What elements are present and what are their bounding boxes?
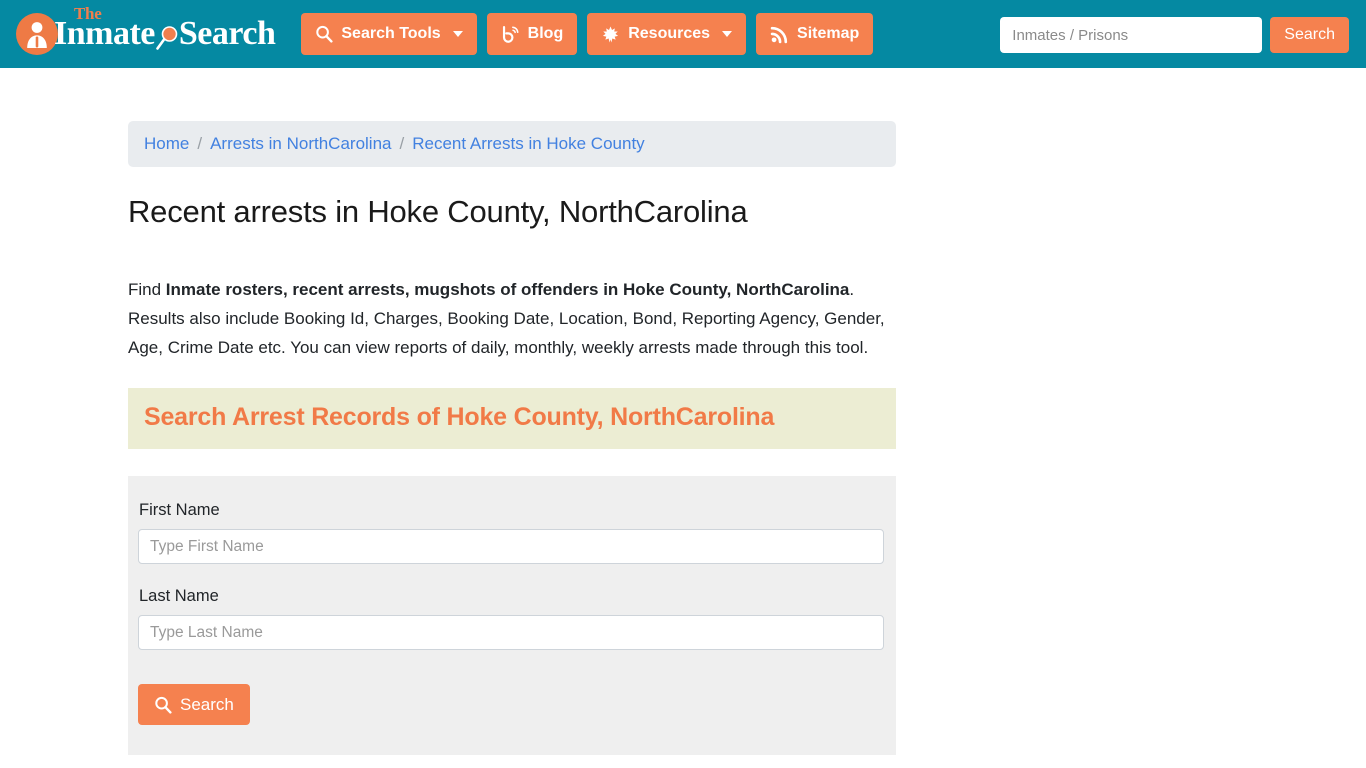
breadcrumb-separator: / [197, 134, 203, 153]
header-search-button[interactable]: Search [1270, 17, 1349, 53]
magnifying-glass-icon [315, 25, 333, 43]
lede-prefix: Find [128, 280, 166, 299]
lede-bold: Inmate rosters, recent arrests, mugshots… [165, 280, 850, 299]
nav-search-tools-label: Search Tools [341, 25, 441, 42]
breadcrumb-separator: / [399, 134, 405, 153]
breadcrumb-item-home[interactable]: Home [144, 134, 189, 154]
last-name-label: Last Name [139, 587, 219, 605]
nav-resources-label: Resources [628, 25, 711, 42]
arrest-search-form: First Name Last Name Search [128, 476, 896, 755]
last-name-input[interactable] [138, 615, 884, 650]
nav-sitemap-button[interactable]: Sitemap [756, 13, 874, 55]
first-name-input[interactable] [138, 529, 884, 564]
search-section-banner: Search Arrest Records of Hoke County, No… [128, 388, 896, 449]
magnifying-glass-icon [155, 23, 179, 53]
logo-search-text: Search [178, 15, 276, 52]
last-name-group: Last Name [138, 587, 886, 650]
first-name-label: First Name [139, 501, 220, 519]
site-header: The Inmate Search Search Tools Blog Reso… [0, 0, 1366, 68]
nav-blog-button[interactable]: Blog [486, 13, 578, 55]
breadcrumb: Home / Arrests in NorthCarolina / Recent… [128, 121, 896, 167]
page-title: Recent arrests in Hoke County, NorthCaro… [128, 194, 748, 229]
nav-resources-button[interactable]: Resources [587, 13, 747, 55]
breadcrumb-item-current[interactable]: Recent Arrests in Hoke County [412, 134, 644, 154]
nav-blog-label: Blog [527, 25, 564, 42]
nav-sitemap-label: Sitemap [797, 25, 860, 42]
magnifying-glass-icon [154, 696, 172, 714]
form-search-button[interactable]: Search [138, 684, 250, 725]
logo-the-text: The [74, 4, 102, 23]
page-description: Find Inmate rosters, recent arrests, mug… [128, 275, 896, 362]
header-search-input[interactable] [1000, 17, 1263, 53]
main-navigation: Search Tools Blog Resources Sitemap [301, 13, 874, 55]
first-name-group: First Name [138, 501, 886, 564]
page-content: Home / Arrests in NorthCarolina / Recent… [0, 68, 1366, 755]
header-search-group: Search [1000, 17, 1349, 53]
search-section-heading: Search Arrest Records of Hoke County, No… [144, 403, 775, 431]
breadcrumb-item-arrests-state[interactable]: Arrests in NorthCarolina [210, 134, 391, 154]
nav-search-tools-button[interactable]: Search Tools [301, 13, 477, 55]
leaf-icon [601, 25, 620, 44]
person-icon [16, 13, 58, 55]
site-logo[interactable]: The Inmate Search [16, 4, 276, 57]
chevron-down-icon [452, 31, 463, 37]
form-search-label: Search [180, 694, 234, 714]
rss-feed-icon [770, 25, 789, 44]
blogger-b-icon [501, 25, 520, 44]
chevron-down-icon [722, 31, 733, 37]
logo-inmate-text: Inmate [54, 15, 155, 52]
